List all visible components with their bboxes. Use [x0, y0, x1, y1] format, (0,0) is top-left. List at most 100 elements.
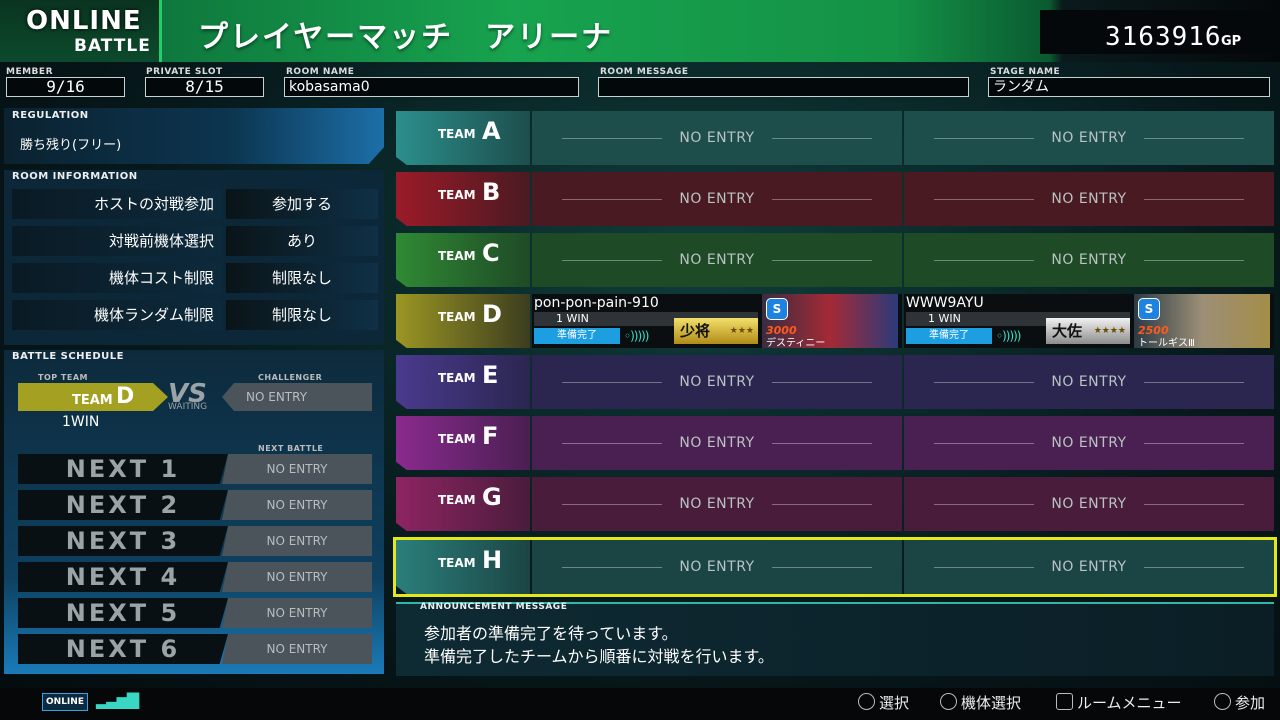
- next-battle-label-6: NEXT 6: [18, 634, 228, 664]
- team-tab[interactable]: TEAM F: [396, 416, 530, 470]
- no-entry-text: NO ENTRY: [1051, 374, 1127, 390]
- rank-stars: ★★★: [729, 326, 754, 336]
- team-tab[interactable]: TEAM B: [396, 172, 530, 226]
- next-battle-entry: NO ENTRY: [222, 454, 372, 484]
- ready-badge: 準備完了: [906, 328, 992, 344]
- team-tab[interactable]: TEAM H: [396, 540, 530, 594]
- hint-room-menu[interactable]: ルームメニュー: [1056, 692, 1182, 713]
- team-slot[interactable]: NO ENTRY: [904, 477, 1274, 531]
- team-tab[interactable]: TEAM A: [396, 111, 530, 165]
- team-slot[interactable]: NO ENTRY: [532, 540, 902, 594]
- team-row-h[interactable]: TEAM H NO ENTRY NO ENTRY: [393, 537, 1277, 597]
- team-slot[interactable]: NO ENTRY: [904, 172, 1274, 226]
- team-word: TEAM: [438, 556, 476, 570]
- private-slot-label: PRIVATE SLOT: [146, 67, 223, 77]
- team-slot[interactable]: NO ENTRY: [904, 233, 1274, 287]
- team-letter: H: [482, 546, 503, 574]
- tier-badge-icon: S: [766, 298, 788, 320]
- battle-schedule-label: BATTLE SCHEDULE: [12, 351, 125, 362]
- team-tab[interactable]: TEAM C: [396, 233, 530, 287]
- next-battle-label-5: NEXT 5: [18, 598, 228, 628]
- next-battle-entry: NO ENTRY: [222, 598, 372, 628]
- team-slot[interactable]: NO ENTRY: [532, 233, 902, 287]
- room-info-row: ホストの対戦参加 参加する: [12, 189, 378, 219]
- member-label: MEMBER: [6, 67, 53, 77]
- team-row-a[interactable]: TEAM A NO ENTRY NO ENTRY: [396, 111, 1274, 165]
- team-slot[interactable]: NO ENTRY: [532, 355, 902, 409]
- regulation-label: REGULATION: [12, 110, 89, 121]
- team-slot[interactable]: NO ENTRY: [904, 540, 1274, 594]
- player-entry[interactable]: WWW9AYU 1 WIN 準備完了 ◦))))) 大佐 ★★★★ S 2500…: [904, 294, 1274, 349]
- challenger-value: NO ENTRY: [246, 390, 308, 404]
- team-slot[interactable]: NO ENTRY: [532, 416, 902, 470]
- hint-label: ルームメニュー: [1077, 694, 1182, 712]
- no-entry-text: NO ENTRY: [679, 496, 755, 512]
- team-slot[interactable]: NO ENTRY: [532, 111, 902, 165]
- team-slot[interactable]: NO ENTRY: [904, 355, 1274, 409]
- next-battle-row: NEXT 6 NO ENTRY: [18, 634, 372, 664]
- rank-stars: ★★★★: [1093, 326, 1126, 336]
- team-row-f[interactable]: TEAM F NO ENTRY NO ENTRY: [396, 416, 1274, 470]
- top-team-label: TOP TEAM: [38, 373, 88, 382]
- page-title: プレイヤーマッチ アリーナ: [198, 20, 614, 55]
- online-status-badge: ONLINE: [42, 693, 88, 711]
- announcement-line-2: 準備完了したチームから順番に対戦を行います。: [424, 647, 774, 666]
- gp-value: 3163916: [1105, 22, 1222, 52]
- team-row-d[interactable]: TEAM D pon-pon-pain-910 1 WIN 準備完了 ◦))))…: [396, 294, 1274, 349]
- next-battle-entry: NO ENTRY: [222, 490, 372, 520]
- team-letter: A: [482, 117, 501, 145]
- team-slot[interactable]: NO ENTRY: [532, 477, 902, 531]
- next-battle-label-4: NEXT 4: [18, 562, 228, 592]
- room-info-row-label: 対戦前機体選択: [12, 226, 222, 256]
- team-word: TEAM: [438, 188, 476, 202]
- player-name: pon-pon-pain-910: [534, 295, 659, 311]
- no-entry-text: NO ENTRY: [1051, 130, 1127, 146]
- member-value: 9/16: [6, 77, 125, 97]
- team-tab[interactable]: TEAM D: [396, 294, 530, 348]
- no-entry-text: NO ENTRY: [1051, 496, 1127, 512]
- team-tab[interactable]: TEAM E: [396, 355, 530, 409]
- square-button-icon: [1056, 693, 1073, 710]
- team-letter: F: [482, 422, 499, 450]
- room-info-row-label: ホストの対戦参加: [12, 189, 222, 219]
- room-info-row: 対戦前機体選択 あり: [12, 226, 378, 256]
- stick-button-icon: [858, 693, 875, 710]
- player-name: WWW9AYU: [906, 295, 984, 311]
- next-battle-entry: NO ENTRY: [222, 634, 372, 664]
- next-battle-label-3: NEXT 3: [18, 526, 228, 556]
- team-slot[interactable]: NO ENTRY: [532, 172, 902, 226]
- player-entry[interactable]: pon-pon-pain-910 1 WIN 準備完了 ◦))))) 少将 ★★…: [532, 294, 902, 349]
- team-letter: B: [482, 178, 501, 206]
- next-battle-row: NEXT 2 NO ENTRY: [18, 490, 372, 520]
- unit-name: トールギスⅢ: [1138, 338, 1195, 349]
- team-tab[interactable]: TEAM G: [396, 477, 530, 531]
- team-slot[interactable]: NO ENTRY: [904, 111, 1274, 165]
- team-row-e[interactable]: TEAM E NO ENTRY NO ENTRY: [396, 355, 1274, 409]
- connection-signal-icon: ◦))))): [624, 329, 650, 343]
- next-battle-row: NEXT 5 NO ENTRY: [18, 598, 372, 628]
- stage-name-value: ランダム: [988, 77, 1270, 97]
- signal-strength-icon: ▂▃▅▇: [96, 690, 139, 709]
- waiting-label: WAITING: [168, 402, 208, 412]
- team-row-b[interactable]: TEAM B NO ENTRY NO ENTRY: [396, 172, 1274, 226]
- hint-label: 機体選択: [961, 694, 1022, 712]
- team-row-g[interactable]: TEAM G NO ENTRY NO ENTRY: [396, 477, 1274, 531]
- next-battle-label: NEXT BATTLE: [258, 444, 324, 453]
- team-word: TEAM: [438, 249, 476, 263]
- hint-label: 参加: [1235, 694, 1266, 712]
- next-battle-label-1: NEXT 1: [18, 454, 228, 484]
- next-battle-row: NEXT 4 NO ENTRY: [18, 562, 372, 592]
- room-name-label: ROOM NAME: [286, 67, 355, 77]
- room-message-value: [598, 77, 969, 97]
- hint-join[interactable]: 参加: [1214, 692, 1265, 713]
- no-entry-text: NO ENTRY: [679, 435, 755, 451]
- top-team-word: TEAM: [72, 393, 113, 408]
- room-message-label: ROOM MESSAGE: [600, 67, 689, 77]
- unit-thumbnail: S 2500 トールギスⅢ: [1134, 294, 1270, 349]
- team-row-c[interactable]: TEAM C NO ENTRY NO ENTRY: [396, 233, 1274, 287]
- hint-select[interactable]: 選択: [858, 692, 909, 713]
- hint-unit-select[interactable]: 機体選択: [940, 692, 1021, 713]
- team-slot[interactable]: NO ENTRY: [904, 416, 1274, 470]
- no-entry-text: NO ENTRY: [1051, 435, 1127, 451]
- announcement-label: ANNOUNCEMENT MESSAGE: [420, 602, 568, 612]
